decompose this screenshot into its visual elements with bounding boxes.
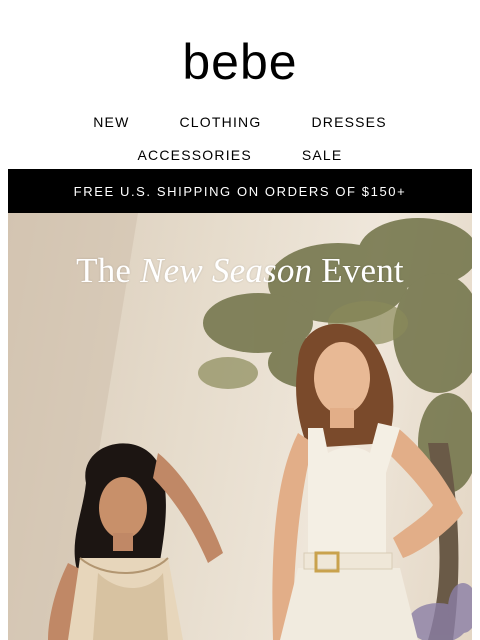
bebe-logo[interactable]: bebe bbox=[0, 34, 480, 90]
hero-title-part1: The bbox=[76, 251, 141, 290]
hero-image[interactable]: The New Season Event bbox=[8, 213, 472, 640]
hero-title-italic: New Season bbox=[140, 251, 313, 290]
nav-accessories[interactable]: ACCESSORIES bbox=[138, 147, 252, 163]
hero-title-part2: Event bbox=[312, 251, 404, 290]
banner-text: FREE U.S. SHIPPING ON ORDERS OF $150+ bbox=[73, 183, 407, 199]
nav-sale[interactable]: SALE bbox=[302, 147, 343, 163]
nav-clothing[interactable]: CLOTHING bbox=[180, 114, 262, 130]
hero-title: The New Season Event bbox=[8, 251, 472, 291]
main-nav-row-2: ACCESSORIES SALE bbox=[0, 147, 480, 163]
main-nav-row-1: NEW CLOTHING DRESSES bbox=[0, 114, 480, 130]
nav-new[interactable]: NEW bbox=[93, 114, 129, 130]
nav-dresses[interactable]: DRESSES bbox=[311, 114, 386, 130]
free-shipping-banner[interactable]: FREE U.S. SHIPPING ON ORDERS OF $150+ bbox=[8, 169, 472, 213]
